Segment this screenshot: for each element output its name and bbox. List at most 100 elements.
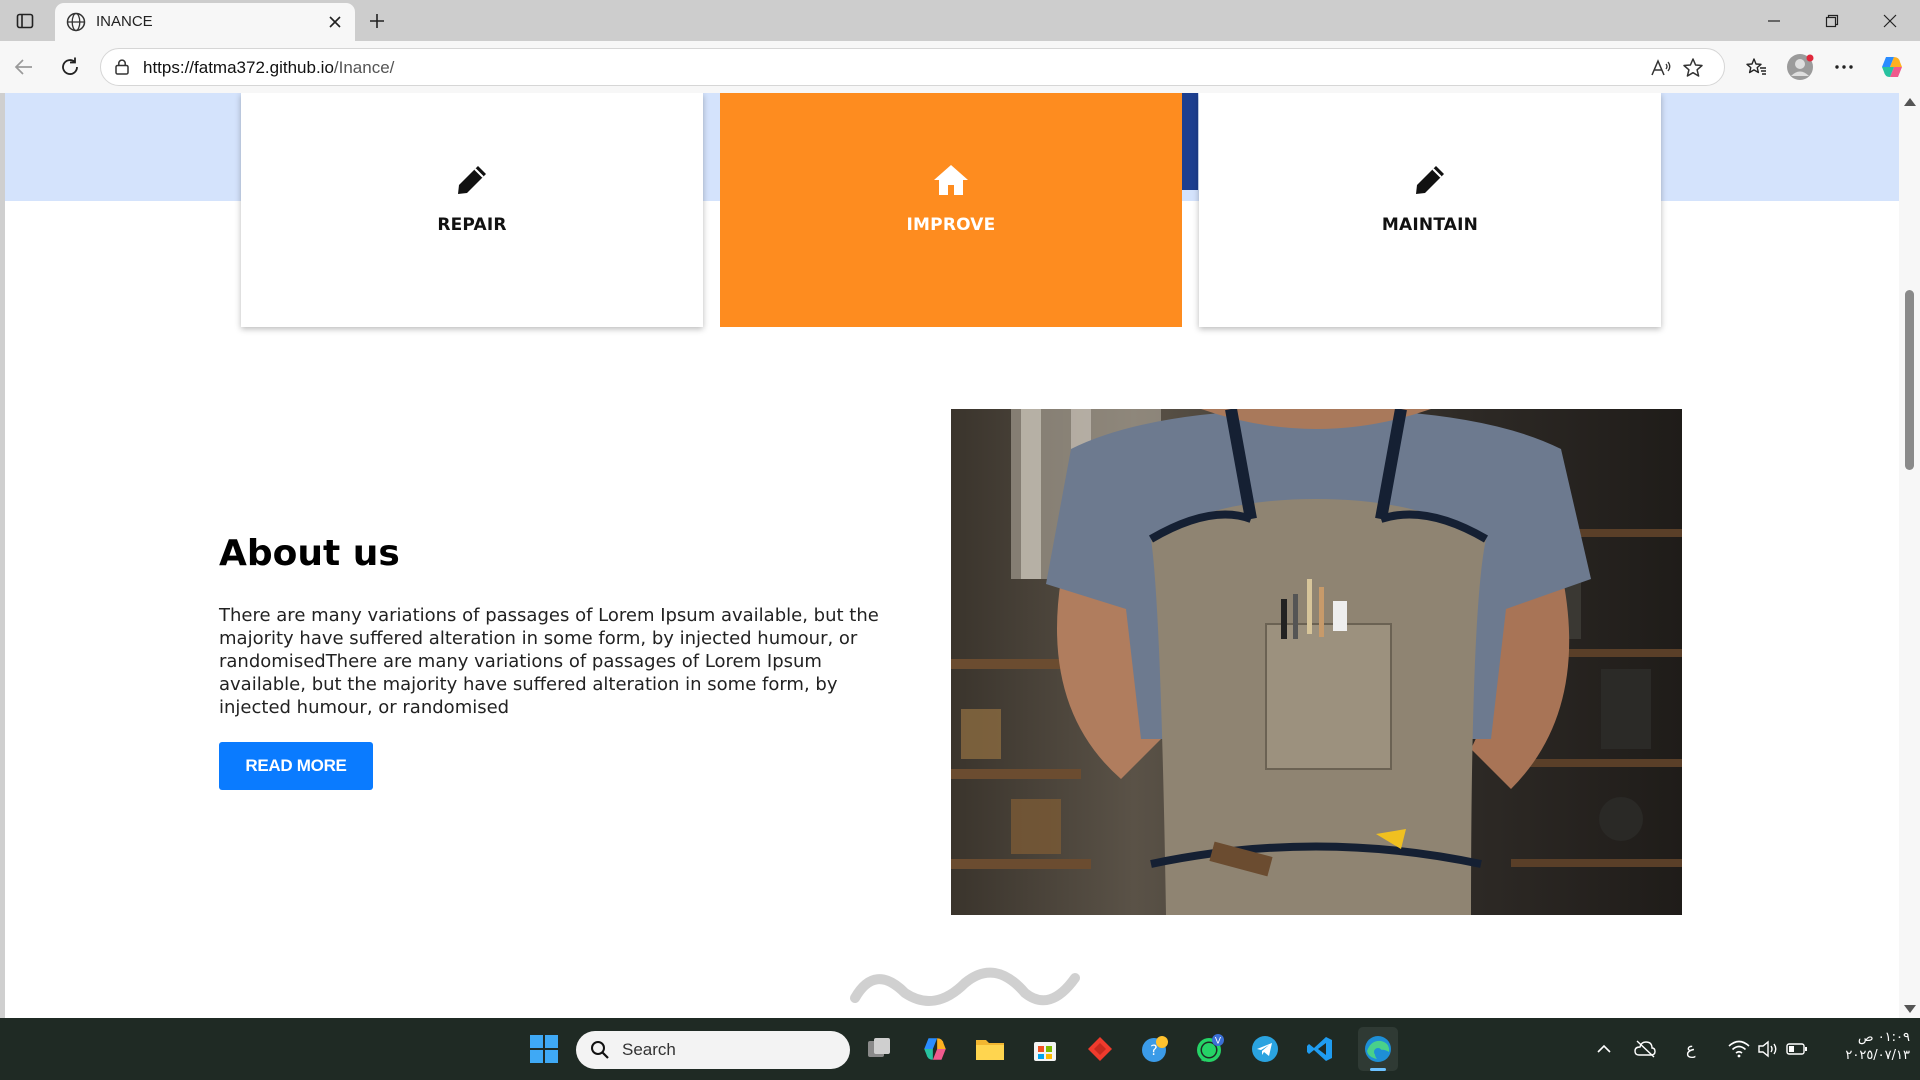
service-card-label: REPAIR (437, 215, 507, 235)
avatar-icon (1787, 54, 1814, 80)
browser-toolbar: https://fatma372.github.io/Inance/ (0, 41, 1920, 93)
anydesk-button[interactable] (1083, 1032, 1117, 1066)
url-path: /Inance/ (333, 58, 395, 77)
svg-text:V: V (1215, 1037, 1222, 1047)
service-card-maintain[interactable]: MAINTAIN (1199, 93, 1661, 327)
favorite-button[interactable] (1681, 56, 1705, 80)
taskbar-search[interactable]: Search (576, 1031, 850, 1069)
vscode-icon (1307, 1037, 1332, 1061)
close-icon (1883, 14, 1897, 27)
copilot-icon (1882, 57, 1902, 77)
copilot-taskbar-button[interactable] (918, 1032, 952, 1066)
input-language[interactable]: ع (1686, 1039, 1696, 1058)
whatsapp-button[interactable]: V (1193, 1032, 1227, 1066)
clock[interactable]: ٠١:٠٩ ص ٢٠٢٥/٠٧/١٣ (1826, 1030, 1910, 1063)
active-app-indicator (1370, 1068, 1386, 1071)
read-more-button[interactable]: READ MORE (219, 742, 373, 790)
start-button[interactable] (527, 1032, 561, 1066)
site-info-icon[interactable] (113, 58, 131, 76)
restore-icon (1825, 14, 1839, 27)
svg-text:?: ? (1150, 1043, 1157, 1059)
favorites-icon (1746, 58, 1766, 75)
whatsapp-icon: V (1197, 1034, 1224, 1062)
volume-button[interactable] (1757, 1038, 1779, 1060)
favorites-button[interactable] (1740, 51, 1772, 83)
tab-close-button[interactable] (323, 10, 347, 34)
new-tab-button[interactable] (362, 6, 392, 36)
plus-icon (370, 14, 384, 28)
page-scrollbar[interactable] (1899, 93, 1920, 1018)
task-view-button[interactable] (862, 1032, 896, 1066)
home-icon (933, 163, 969, 197)
page-viewport: REPAIR IMPROVE MAINTAIN About us There a… (5, 93, 1899, 1018)
minimize-button[interactable] (1745, 0, 1803, 41)
support-app-button[interactable]: ? (1138, 1032, 1172, 1066)
windows-taskbar: Search ? V ع ٠١:٠٩ ص ٢٠٢٥/٠٧/١٣ (0, 1018, 1920, 1080)
about-image (951, 409, 1682, 915)
edge-icon (1365, 1036, 1391, 1062)
vscode-button[interactable] (1303, 1032, 1337, 1066)
edge-button[interactable] (1358, 1027, 1398, 1071)
about-heading: About us (219, 533, 400, 574)
tab-panel-icon (16, 13, 34, 29)
service-card-label: IMPROVE (906, 215, 996, 235)
telegram-button[interactable] (1248, 1032, 1282, 1066)
speaker-icon (1758, 1040, 1777, 1058)
about-paragraph: There are many variations of passages of… (219, 605, 879, 718)
chevron-up-icon (1597, 1044, 1611, 1053)
tab-bar: INANCE (0, 0, 1920, 41)
copilot-button[interactable] (1876, 51, 1908, 83)
minimize-icon (1768, 19, 1780, 22)
battery-button[interactable] (1786, 1038, 1808, 1060)
read-aloud-button[interactable] (1649, 56, 1673, 80)
clock-time: ٠١:٠٩ ص (1857, 1030, 1910, 1045)
help-icon: ? (1142, 1036, 1168, 1062)
onedrive-button[interactable] (1634, 1038, 1656, 1060)
battery-icon (1786, 1043, 1807, 1055)
service-card-repair[interactable]: REPAIR (241, 93, 703, 327)
mostaql-watermark-icon (850, 967, 1080, 1006)
globe-icon (66, 12, 86, 32)
arrow-left-icon (14, 59, 32, 75)
service-card-label: MAINTAIN (1381, 215, 1479, 235)
anydesk-icon (1088, 1037, 1112, 1061)
restore-button[interactable] (1803, 0, 1861, 41)
store-icon (1034, 1042, 1056, 1061)
close-window-button[interactable] (1861, 0, 1919, 41)
cloud-offline-icon (1634, 1040, 1656, 1058)
profile-button[interactable] (1784, 51, 1816, 83)
browser-tab[interactable]: INANCE (55, 3, 355, 41)
windows-icon (530, 1035, 558, 1063)
search-icon (591, 1041, 609, 1059)
pencil-icon (1412, 163, 1448, 197)
service-card-improve[interactable]: IMPROVE (720, 93, 1182, 327)
clock-date: ٢٠٢٥/٠٧/١٣ (1845, 1048, 1910, 1063)
url-host: https://fatma372.github.io (143, 58, 334, 77)
task-view-icon (868, 1038, 890, 1057)
tab-actions-button[interactable] (10, 8, 40, 34)
store-button[interactable] (1028, 1032, 1062, 1066)
refresh-button[interactable] (54, 51, 86, 83)
star-icon (1683, 58, 1703, 77)
show-hidden-icons-button[interactable] (1593, 1038, 1615, 1060)
scroll-down-arrow[interactable] (1904, 1005, 1916, 1013)
refresh-icon (62, 57, 78, 75)
scroll-thumb[interactable] (1905, 290, 1914, 470)
folder-icon (976, 1040, 1004, 1060)
search-placeholder: Search (622, 1040, 676, 1059)
pencil-icon (454, 163, 490, 197)
scroll-up-arrow[interactable] (1904, 98, 1916, 106)
wifi-icon (1728, 1040, 1750, 1058)
file-explorer-button[interactable] (973, 1032, 1007, 1066)
more-icon (1835, 65, 1853, 69)
tab-title: INANCE (96, 13, 153, 30)
copilot-icon (924, 1038, 946, 1060)
close-icon (329, 16, 341, 28)
telegram-icon (1252, 1036, 1278, 1062)
address-bar[interactable]: https://fatma372.github.io/Inance/ (100, 48, 1725, 86)
settings-more-button[interactable] (1828, 51, 1860, 83)
back-button[interactable] (8, 51, 40, 83)
read-aloud-icon (1651, 59, 1671, 76)
address-url[interactable]: https://fatma372.github.io/Inance/ (143, 58, 394, 78)
wifi-button[interactable] (1728, 1038, 1750, 1060)
